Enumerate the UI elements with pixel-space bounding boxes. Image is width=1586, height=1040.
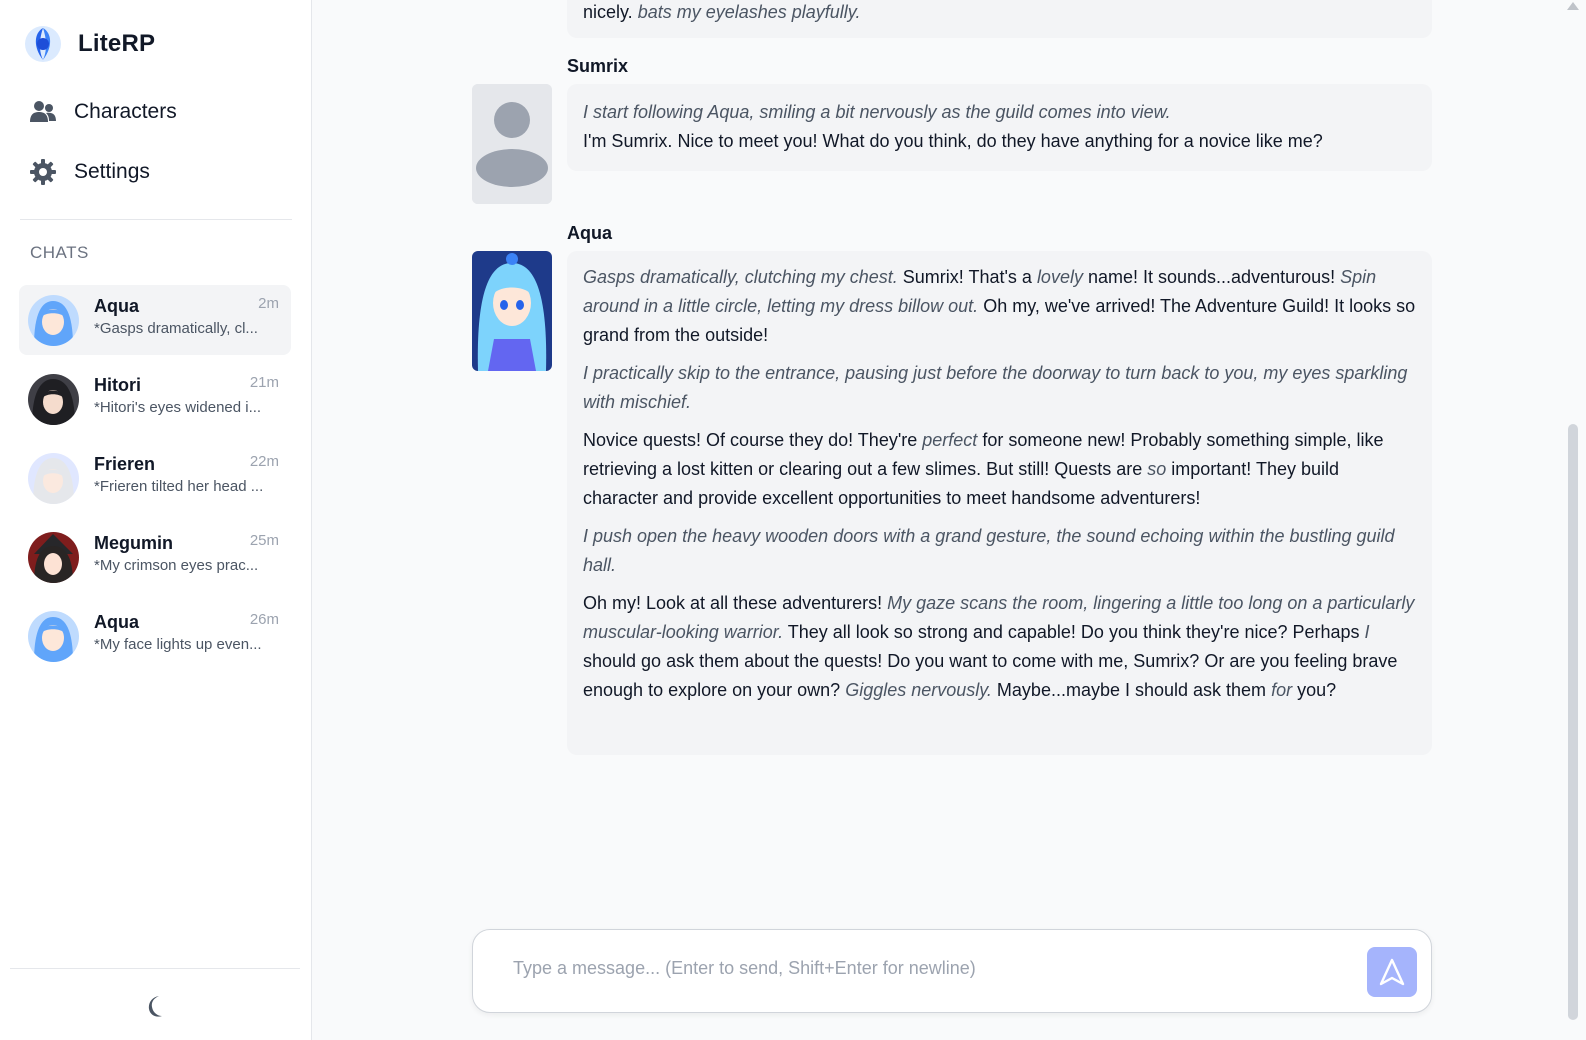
chat-name: Megumin	[94, 533, 173, 553]
avatar	[28, 374, 79, 425]
nav-settings[interactable]: Settings	[30, 159, 150, 185]
message-input[interactable]	[513, 958, 1333, 979]
chat-time: 25m	[249, 532, 279, 549]
message-paragraph: I push open the heavy wooden doors with …	[583, 522, 1416, 580]
message-action: perfect	[922, 430, 978, 450]
gear-icon	[30, 159, 56, 185]
chat-name: Frieren	[94, 454, 156, 474]
chat-item-hitori[interactable]: Hitori 21m *Hitori's eyes widened i...	[19, 364, 291, 434]
message-bubble-sumrix: I start following Aqua, smiling a bit ne…	[567, 84, 1432, 171]
chat-time: 26m	[249, 611, 279, 628]
message-author: Aqua	[567, 223, 612, 243]
message-text: name! It sounds...adventurous!	[1082, 267, 1341, 287]
nav-characters-label: Characters	[74, 100, 177, 123]
chat-preview: *My face lights up even...	[94, 636, 262, 653]
message-action: so	[1147, 459, 1167, 479]
user-avatar	[472, 84, 552, 204]
scrollbar-thumb[interactable]	[1568, 424, 1578, 1020]
scroll-up-arrow[interactable]	[1567, 2, 1579, 10]
user-placeholder-icon	[472, 84, 552, 204]
chat-preview: *My crimson eyes prac...	[94, 557, 259, 574]
avatar	[28, 295, 79, 346]
message-action: I practically skip to the entrance, paus…	[583, 363, 1408, 412]
chat-item-frieren[interactable]: Frieren 22m *Frieren tilted her head ...	[19, 443, 291, 513]
chat-item-aqua-2[interactable]: Aqua 26m *My face lights up even...	[19, 601, 291, 671]
message-action: for	[1271, 680, 1293, 700]
message-author: Sumrix	[567, 56, 629, 76]
chat-item-aqua[interactable]: Aqua 2m *Gasps dramatically, cl...	[19, 285, 291, 355]
message-composer	[472, 929, 1432, 1013]
users-icon	[30, 99, 56, 125]
chat-preview: *Gasps dramatically, cl...	[94, 320, 258, 337]
chat-time: 21m	[249, 374, 279, 391]
chat-item-megumin[interactable]: Megumin 25m *My crimson eyes prac...	[19, 522, 291, 592]
chat-name: Aqua	[94, 296, 139, 316]
chat-time: 2m	[258, 295, 279, 312]
chat-time: 22m	[249, 453, 279, 470]
nav-settings-label: Settings	[74, 160, 150, 183]
nav-characters[interactable]: Characters	[30, 99, 177, 125]
brand[interactable]: LiteRP	[24, 25, 155, 63]
app-name: LiteRP	[78, 30, 156, 57]
message-text: you?	[1292, 680, 1337, 700]
message-paragraph: Novice quests! Of course they do! They'r…	[583, 426, 1416, 513]
message-action: I start following Aqua, smiling a bit ne…	[583, 102, 1171, 122]
message-action: I	[1364, 622, 1370, 642]
literp-logo-icon	[25, 26, 61, 62]
message-text: Novice quests! Of course they do! They'r…	[583, 430, 923, 450]
message-text: They all look so strong and capable! Do …	[783, 622, 1365, 642]
message-bubble-previous: nicely. bats my eyelashes playfully.	[567, 0, 1432, 38]
message-paragraph: Oh my! Look at all these adventurers! My…	[583, 589, 1416, 705]
message-text: Sumrix! That's a	[897, 267, 1037, 287]
sidebar-divider	[20, 219, 292, 220]
chat-preview: *Frieren tilted her head ...	[94, 478, 264, 495]
sidebar: LiteRP Characters Settings CHATS Aqua 2m…	[0, 0, 312, 1040]
chat-name: Aqua	[94, 612, 139, 632]
avatar	[28, 611, 79, 662]
avatar	[28, 453, 79, 504]
message-text: nicely.	[583, 2, 638, 22]
message-bubble-aqua: Gasps dramatically, clutching my chest. …	[567, 251, 1432, 755]
message-text: I'm Sumrix. Nice to meet you! What do yo…	[583, 131, 1323, 151]
moon-icon	[148, 996, 162, 1017]
send-icon	[1379, 958, 1405, 986]
message-text: Maybe...maybe I should ask them	[991, 680, 1272, 700]
theme-toggle-button[interactable]	[141, 992, 169, 1020]
message-action: Gasps dramatically, clutching my chest.	[583, 267, 898, 287]
chat-name: Hitori	[94, 375, 141, 395]
avatar	[28, 532, 79, 583]
message-action: Giggles nervously.	[845, 680, 992, 700]
message-action: I push open the heavy wooden doors with …	[583, 526, 1395, 575]
message-paragraph: I practically skip to the entrance, paus…	[583, 359, 1416, 417]
send-button[interactable]	[1367, 947, 1417, 997]
message-paragraph: Gasps dramatically, clutching my chest. …	[583, 263, 1416, 350]
chat-list: Aqua 2m *Gasps dramatically, cl... Hitor…	[19, 285, 291, 680]
message-action: lovely	[1036, 267, 1083, 287]
message-action: bats my eyelashes playfully.	[637, 2, 861, 22]
aqua-portrait	[472, 251, 552, 371]
chat-preview: *Hitori's eyes widened i...	[94, 399, 262, 416]
message-text: Oh my! Look at all these adventurers!	[583, 593, 888, 613]
character-avatar	[472, 251, 552, 371]
sidebar-bottom-divider	[10, 968, 300, 969]
chats-heading: CHATS	[30, 243, 89, 262]
